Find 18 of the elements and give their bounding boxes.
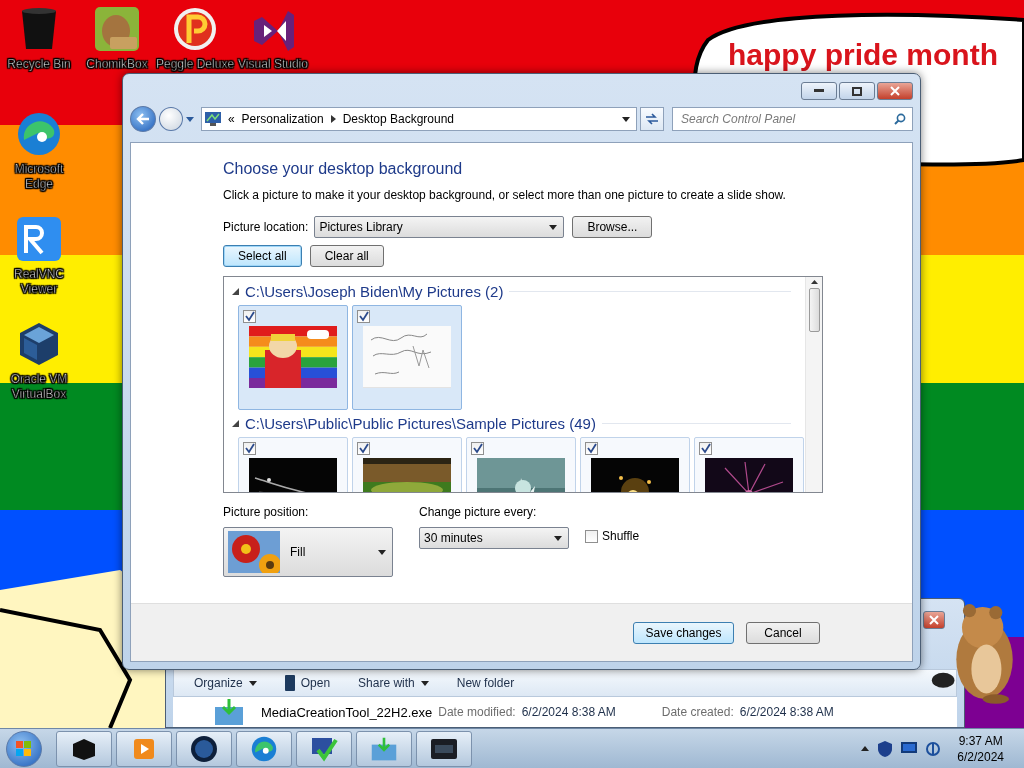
taskbar-button[interactable]	[416, 730, 472, 767]
edge-icon	[250, 734, 278, 763]
show-hidden-icons-icon[interactable]	[861, 746, 870, 751]
globe-icon	[190, 734, 218, 763]
play-icon	[132, 736, 156, 761]
taskbar-button[interactable]	[296, 730, 352, 767]
windows-logo-icon	[16, 740, 32, 757]
installer-icon	[370, 736, 398, 761]
window-icon	[431, 738, 457, 759]
monitor-icon[interactable]	[901, 742, 918, 755]
network-icon[interactable]	[926, 740, 941, 757]
taskbar-button[interactable]	[176, 730, 232, 767]
checkmark-icon	[310, 735, 338, 762]
clock[interactable]: 9:37 AM 6/2/2024	[957, 732, 1004, 765]
taskbar-button[interactable]	[56, 730, 112, 767]
shield-icon[interactable]	[878, 740, 893, 757]
start-button[interactable]	[6, 730, 42, 767]
box-icon	[71, 737, 97, 760]
